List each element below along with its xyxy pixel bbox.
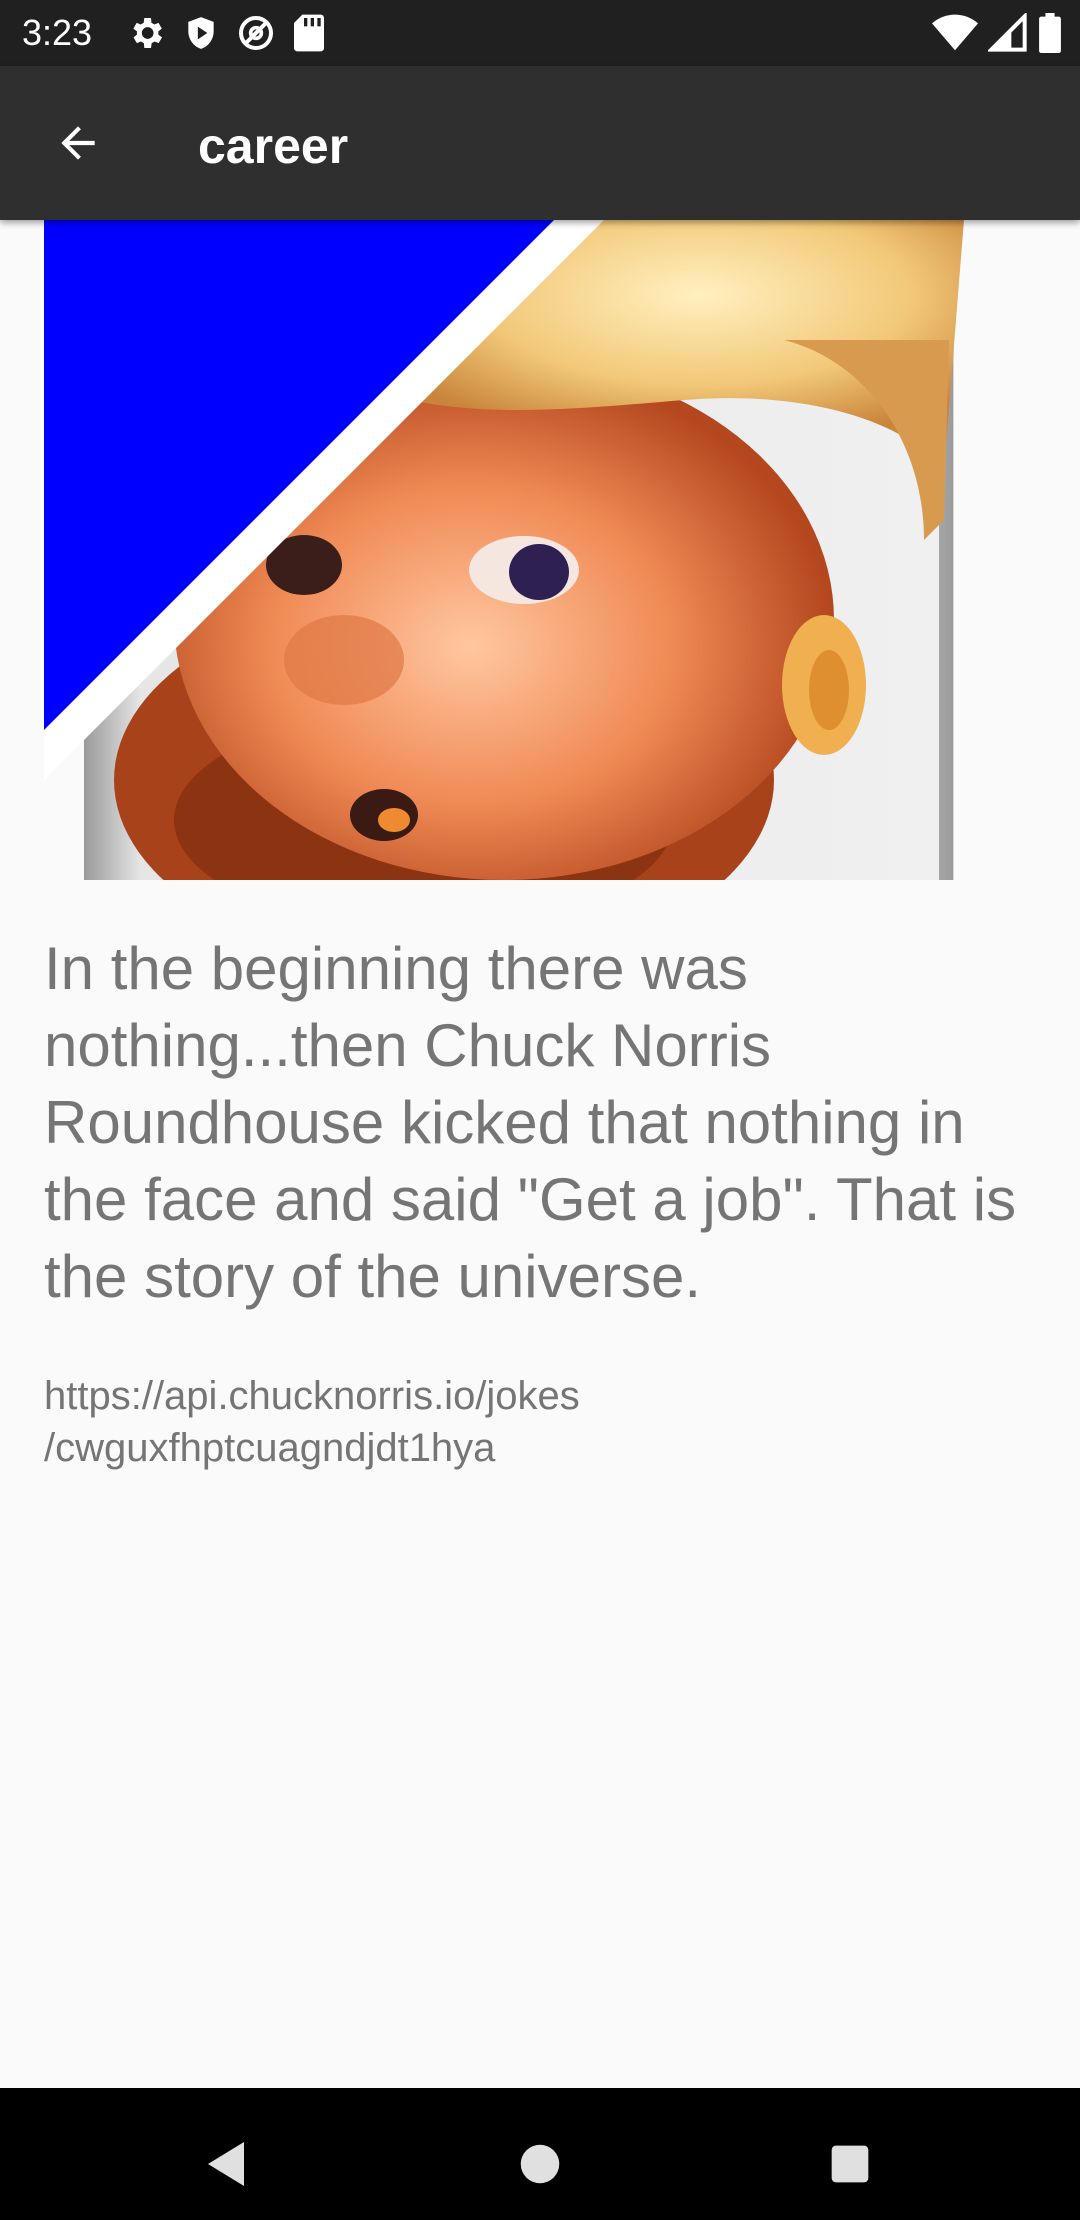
navigation-bar	[0, 2088, 1080, 2220]
cell-signal-icon	[988, 13, 1027, 52]
at-sync-icon	[239, 16, 273, 50]
wifi-icon	[932, 14, 978, 51]
arrow-left-icon	[61, 126, 95, 160]
shield-play-icon	[188, 17, 214, 49]
app-bar: career	[0, 66, 1080, 220]
joke-url[interactable]: https://api.chucknorris.io/jokes /cwguxf…	[44, 1370, 1034, 1474]
joke-image	[44, 220, 1010, 880]
joke-url-line-1: https://api.chucknorris.io/jokes	[44, 1374, 580, 1418]
page-title: career	[198, 118, 349, 174]
status-time: 3:23	[22, 12, 93, 53]
status-bar: 3:23	[0, 0, 1080, 66]
chuck-norris-avatar	[44, 220, 1010, 880]
nav-home-icon	[520, 2144, 560, 2184]
screen: 3:23 career In the beginning there was n…	[0, 0, 1080, 2220]
battery-icon	[1039, 13, 1061, 53]
nav-back-button[interactable]	[186, 2124, 266, 2204]
nav-recents-button[interactable]	[810, 2124, 890, 2204]
back-button[interactable]	[28, 110, 128, 176]
status-icons-left	[126, 12, 326, 54]
joke-text: In the beginning there was nothing...the…	[44, 935, 1017, 1310]
settings-icon	[133, 18, 162, 48]
joke-url-line-2: /cwguxfhptcuagndjdt1hya	[44, 1426, 496, 1470]
status-icons-right	[932, 12, 1062, 54]
nav-home-button[interactable]	[500, 2124, 580, 2204]
nav-back-icon	[208, 2142, 244, 2186]
nav-recents-icon	[831, 2145, 869, 2183]
sd-card-icon	[294, 14, 324, 52]
